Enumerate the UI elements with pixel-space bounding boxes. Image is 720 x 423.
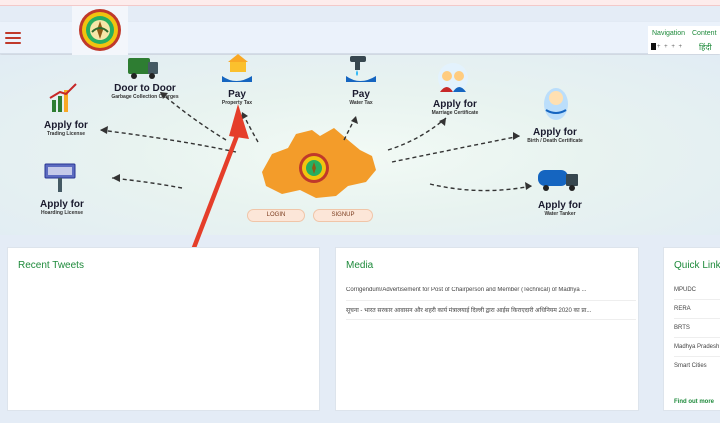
- service-birth-death-certificate[interactable]: Apply for Birth / Death Certificate: [512, 127, 598, 145]
- quick-link-item[interactable]: BRTS: [674, 325, 690, 331]
- services-hero: [0, 55, 720, 235]
- service-line2: Garbage Collection Charges: [111, 94, 179, 100]
- find-out-more-link[interactable]: Find out more: [674, 399, 714, 405]
- service-line2: Trading License: [46, 131, 86, 137]
- service-line2: Water Tax: [349, 100, 373, 106]
- quick-links-card: Quick Links MPUDC RERA BRTS Madhya Prade…: [663, 247, 720, 411]
- service-line2: Hoarding License: [41, 210, 83, 216]
- media-title: Media: [346, 260, 374, 271]
- service-water-tanker[interactable]: Apply for Water Tanker: [522, 200, 598, 218]
- service-line1: Door to Door: [114, 83, 176, 94]
- font-size-controls[interactable]: + + + +: [651, 43, 683, 50]
- service-line1: Apply for: [538, 200, 582, 211]
- quick-link-divider: [674, 318, 720, 319]
- signup-button[interactable]: SIGNUP: [313, 209, 373, 222]
- media-card: Media Corrigendum/Advertisement for Post…: [335, 247, 639, 411]
- mp-emblem-logo[interactable]: [78, 8, 122, 52]
- login-button[interactable]: LOGIN: [247, 209, 305, 222]
- menu-icon[interactable]: [5, 32, 21, 46]
- content-link[interactable]: Content: [692, 30, 717, 37]
- service-line1: Apply for: [40, 199, 84, 210]
- service-line1: Apply for: [433, 99, 477, 110]
- service-water-tax[interactable]: Pay Water Tax: [334, 89, 388, 107]
- quick-link-item[interactable]: Smart Cities: [674, 363, 707, 369]
- service-line1: Apply for: [533, 127, 577, 138]
- service-line1: Pay: [352, 89, 370, 100]
- recent-tweets-card: Recent Tweets: [7, 247, 320, 411]
- media-divider: [346, 300, 636, 301]
- quick-links-title: Quick Links: [674, 260, 720, 271]
- accessibility-panel: Navigation Content + + + + हिंदी: [648, 26, 720, 54]
- media-divider: [346, 319, 636, 320]
- media-item[interactable]: सूचना - भारत सरकार आवासन और शहरी कार्य म…: [346, 306, 636, 314]
- media-item[interactable]: Corrigendum/Advertisement for Post of Ch…: [346, 287, 636, 293]
- service-marriage-certificate[interactable]: Apply for Marriage Certificate: [416, 99, 494, 117]
- service-door-to-door[interactable]: Door to Door Garbage Collection Charges: [100, 83, 190, 101]
- quick-link-divider: [674, 337, 720, 338]
- quick-link-divider: [674, 356, 720, 357]
- service-line1: Apply for: [44, 120, 88, 131]
- navigation-link[interactable]: Navigation: [652, 30, 685, 37]
- service-property-tax[interactable]: Pay Property Tax: [210, 89, 264, 107]
- service-hoarding-license[interactable]: Apply for Hoarding License: [24, 199, 100, 217]
- service-line2: Property Tax: [221, 100, 253, 106]
- service-line2: Birth / Death Certificate: [527, 138, 583, 144]
- recent-tweets-title: Recent Tweets: [18, 260, 84, 271]
- service-line2: Water Tanker: [544, 211, 576, 217]
- service-line1: Pay: [228, 89, 246, 100]
- service-line2: Marriage Certificate: [431, 110, 479, 116]
- quick-link-divider: [674, 299, 720, 300]
- quick-link-item[interactable]: RERA: [674, 306, 691, 312]
- service-trading-license[interactable]: Apply for Trading License: [28, 120, 104, 138]
- language-toggle[interactable]: हिंदी: [699, 42, 712, 53]
- quick-link-item[interactable]: MPUDC: [674, 287, 696, 293]
- quick-link-item[interactable]: Madhya Pradesh: [674, 344, 719, 350]
